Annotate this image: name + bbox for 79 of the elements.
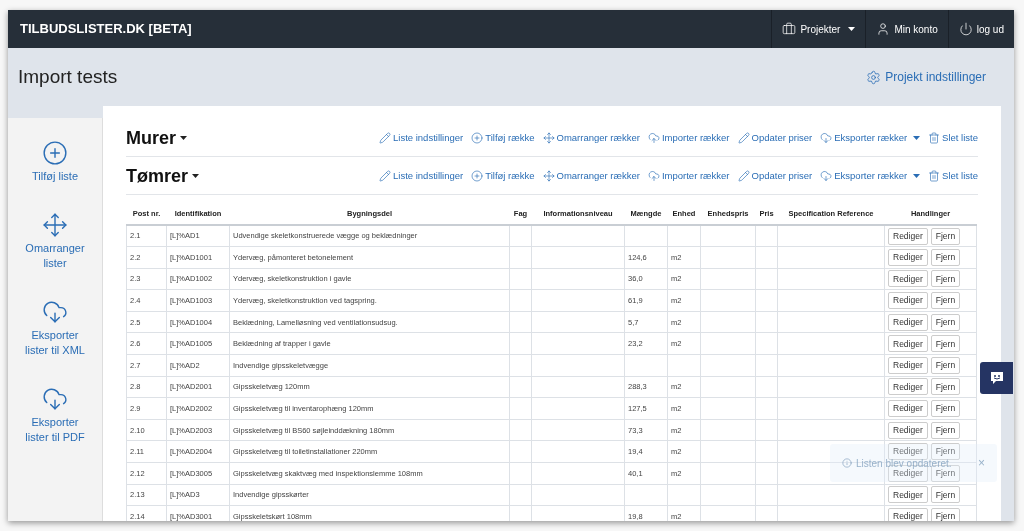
- list-action-link[interactable]: Liste indstillinger: [379, 130, 464, 146]
- cloud-download-icon: [820, 170, 833, 182]
- list-action-link[interactable]: Opdater priser: [737, 130, 813, 146]
- remove-button[interactable]: Fjern: [930, 421, 961, 439]
- cloud-download-icon: [42, 386, 68, 412]
- list-action-link[interactable]: Opdater priser: [737, 168, 813, 184]
- chat-smile-icon: [988, 370, 1005, 386]
- pencil-icon: [379, 132, 391, 144]
- list-action-link[interactable]: Tilføj række: [471, 130, 535, 146]
- edit-button[interactable]: Rediger: [888, 486, 928, 504]
- page-title: Import tests: [18, 64, 118, 89]
- cloud-upload-icon: [647, 132, 660, 144]
- edit-button[interactable]: Rediger: [888, 378, 928, 396]
- remove-button[interactable]: Fjern: [930, 356, 961, 374]
- edit-button[interactable]: Rediger: [888, 313, 928, 331]
- caret-icon: [192, 174, 199, 178]
- edit-button[interactable]: Rediger: [888, 508, 928, 521]
- chat-widget-button[interactable]: [980, 362, 1013, 394]
- move-arrows-icon: [542, 132, 555, 144]
- remove-button[interactable]: Fjern: [930, 378, 961, 396]
- edit-button[interactable]: Rediger: [888, 270, 928, 288]
- edit-button[interactable]: Rediger: [888, 356, 928, 374]
- list-action-link[interactable]: Liste indstillinger: [379, 168, 464, 184]
- list-action-link[interactable]: Eksporter rækker: [820, 168, 921, 184]
- pencil-icon: [379, 170, 391, 182]
- settings-icon: [866, 69, 882, 85]
- move-arrows-icon: [542, 170, 555, 182]
- list-action-link[interactable]: Tilføj række: [471, 168, 535, 184]
- remove-button[interactable]: Fjern: [930, 335, 961, 353]
- edit-button[interactable]: Rediger: [888, 400, 928, 418]
- power-icon: [958, 22, 973, 36]
- trash-icon: [928, 132, 941, 144]
- plus-circle-icon: [471, 132, 484, 144]
- remove-button[interactable]: Fjern: [930, 292, 961, 310]
- remove-button[interactable]: Fjern: [930, 443, 961, 461]
- pencil-icon: [737, 170, 750, 182]
- move-arrows-icon: [42, 212, 68, 238]
- sidebar-item[interactable]: Tilføj liste: [23, 140, 87, 184]
- list-action-link[interactable]: Omarranger rækker: [542, 130, 640, 146]
- trash-icon: [928, 170, 941, 182]
- edit-button[interactable]: Rediger: [888, 443, 928, 461]
- plus-circle-icon: [42, 140, 68, 166]
- remove-button[interactable]: Fjern: [930, 400, 961, 418]
- list-action-link[interactable]: Slet liste: [928, 168, 978, 184]
- list-action-link[interactable]: Eksporter rækker: [820, 130, 921, 146]
- list-action-link[interactable]: Importer rækker: [647, 168, 730, 184]
- edit-button[interactable]: Rediger: [888, 227, 928, 245]
- edit-button[interactable]: Rediger: [888, 248, 928, 266]
- briefcase-icon: [782, 22, 797, 36]
- brand-logo[interactable]: TILBUDSLISTER.DK [BETA]: [8, 19, 192, 39]
- edit-button[interactable]: Rediger: [888, 292, 928, 310]
- info-icon: [842, 458, 852, 468]
- list-action-link[interactable]: Omarranger rækker: [542, 168, 640, 184]
- remove-button[interactable]: Fjern: [930, 486, 961, 504]
- remove-button[interactable]: Fjern: [930, 248, 961, 266]
- nav-item[interactable]: log ud: [947, 10, 1014, 48]
- remove-button[interactable]: Fjern: [930, 508, 961, 521]
- cloud-download-icon: [42, 299, 68, 325]
- remove-button[interactable]: Fjern: [930, 227, 961, 245]
- list-action-link[interactable]: Importer rækker: [647, 130, 730, 146]
- cloud-download-icon: [820, 132, 833, 144]
- remove-button[interactable]: Fjern: [930, 270, 961, 288]
- list-action-link[interactable]: Slet liste: [928, 130, 978, 146]
- sidebar-item[interactable]: Eksporter lister til PDF: [23, 386, 87, 445]
- pencil-icon: [737, 132, 750, 144]
- nav-item[interactable]: Projekter: [771, 10, 866, 48]
- cloud-upload-icon: [647, 170, 660, 182]
- edit-button[interactable]: Rediger: [888, 335, 928, 353]
- remove-button[interactable]: Fjern: [930, 313, 961, 331]
- project-settings-link[interactable]: Projekt indstillinger: [866, 68, 1004, 86]
- caret-icon: [180, 136, 187, 140]
- sidebar-item[interactable]: Omarranger lister: [23, 212, 87, 271]
- list-title[interactable]: Tømrer: [126, 162, 199, 190]
- nav-item[interactable]: Min konto: [865, 10, 948, 48]
- edit-button[interactable]: Rediger: [888, 421, 928, 439]
- list-title[interactable]: Murer: [126, 124, 187, 152]
- plus-circle-icon: [471, 170, 484, 182]
- user-icon: [876, 22, 891, 36]
- sidebar-item[interactable]: Eksporter lister til XML: [23, 299, 87, 358]
